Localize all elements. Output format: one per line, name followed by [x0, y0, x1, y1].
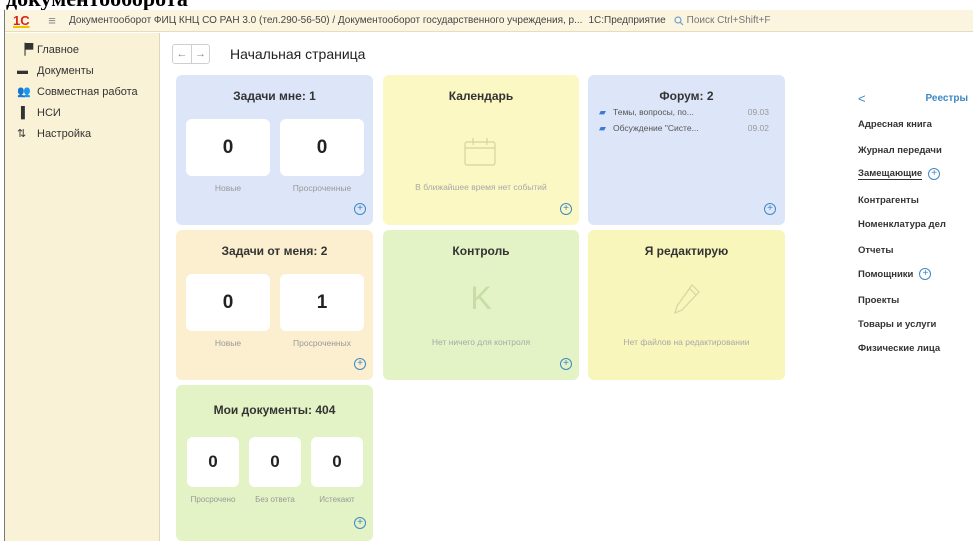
card-tasks-from-me[interactable]: Задачи от меня: 2 0 1 Новые Просроченных…	[176, 230, 373, 380]
main-area: ← → Начальная страница Задачи мне: 1 0 0…	[161, 33, 850, 541]
pencil-icon	[674, 284, 700, 315]
settings-icon: ⇅	[17, 128, 27, 140]
register-substitutes[interactable]: Замещающие +	[858, 168, 941, 180]
sidebar: ▕▀ Главное ▬ Документы 👥 Совместная рабо…	[5, 33, 160, 541]
add-icon[interactable]: +	[354, 517, 366, 529]
counter-new[interactable]: 0	[186, 119, 270, 176]
sidebar-item-label: НСИ	[37, 106, 61, 119]
label-new: Новые	[214, 338, 242, 348]
card-title[interactable]: Мои документы: 404	[176, 403, 373, 417]
forum-item[interactable]: ▰ Темы, вопросы, по... 09.03	[599, 105, 769, 119]
calendar-empty-text: В ближайшее время нет событий	[415, 182, 547, 192]
page-title: Начальная страница	[230, 46, 366, 62]
book-icon: ▐	[17, 106, 25, 119]
label-overdue: Просрочено	[190, 495, 236, 504]
card-title[interactable]: Задачи мне: 1	[176, 89, 373, 103]
flag-icon: ▕▀	[17, 44, 34, 56]
forum-item[interactable]: ▰ Обсуждение "Систе... 09.02	[599, 121, 769, 135]
editing-empty-text: Нет файлов на редактировании	[623, 337, 750, 347]
sidebar-item-label: Главное	[37, 43, 80, 56]
label-expiring: Истекают	[319, 495, 355, 504]
label-overdue: Просроченных	[293, 338, 351, 348]
register-nomenclature[interactable]: Номенклатура дел	[858, 219, 946, 230]
counter-overdue[interactable]: 0	[280, 119, 364, 176]
counter-no-answer[interactable]: 0	[249, 437, 301, 487]
background-heading: документооборота	[6, 0, 188, 10]
card-forum[interactable]: Форум: 2 ▰ Темы, вопросы, по... 09.03 ▰ …	[588, 75, 785, 225]
forum-item-date: 09.03	[747, 107, 769, 117]
add-icon[interactable]: +	[928, 168, 941, 180]
sidebar-item-label: Совместная работа	[37, 85, 138, 98]
forum-item-text: Темы, вопросы, по...	[613, 107, 694, 117]
register-assistants[interactable]: Помощники +	[858, 268, 932, 280]
folder-icon: ▬	[17, 64, 28, 77]
1c-logo: 1С	[13, 13, 30, 28]
counter-overdue[interactable]: 0	[187, 437, 239, 487]
register-goods-services[interactable]: Товары и услуги	[858, 319, 936, 330]
registers-title: Реестры	[925, 93, 968, 104]
register-reports[interactable]: Отчеты	[858, 245, 893, 256]
people-icon: 👥	[17, 86, 31, 98]
sidebar-item-label: Настройка	[37, 127, 92, 140]
register-counterparties[interactable]: Контрагенты	[858, 195, 919, 206]
back-button[interactable]: ←	[173, 45, 191, 63]
card-title[interactable]: Форум: 2	[588, 89, 785, 103]
sidebar-item-collaboration[interactable]: 👥 Совместная работа	[5, 81, 159, 102]
chevron-left-icon[interactable]: <	[858, 91, 872, 106]
control-icon: K	[470, 280, 492, 316]
sidebar-item-nsi[interactable]: ▐ НСИ	[5, 102, 159, 123]
chat-icon: ▰	[599, 122, 606, 133]
navbar: ← → Начальная страница	[172, 43, 365, 65]
sidebar-item-label: Документы	[37, 64, 94, 77]
forum-item-text: Обсуждение "Систе...	[613, 123, 699, 133]
add-icon[interactable]: +	[354, 358, 366, 370]
nav-buttons: ← →	[172, 44, 210, 64]
calendar-icon	[464, 138, 496, 166]
registers-header: < Реестры	[858, 91, 973, 106]
app-window: 1С ≡ Документооборот ФИЦ КНЦ СО РАН 3.0 …	[4, 10, 973, 541]
card-title[interactable]: Я редактирую	[588, 244, 785, 258]
window-title: Документооборот ФИЦ КНЦ СО РАН 3.0 (тел.…	[69, 15, 583, 26]
card-tasks-to-me[interactable]: Задачи мне: 1 0 0 Новые Просроченные +	[176, 75, 373, 225]
sidebar-item-settings[interactable]: ⇅ Настройка	[5, 123, 159, 144]
counter-overdue[interactable]: 1	[280, 274, 364, 331]
card-calendar[interactable]: Календарь В ближайшее время нет событий …	[383, 75, 579, 225]
sidebar-item-documents[interactable]: ▬ Документы	[5, 60, 159, 81]
titlebar: 1С ≡ Документооборот ФИЦ КНЦ СО РАН 3.0 …	[5, 10, 973, 32]
card-title[interactable]: Календарь	[383, 89, 579, 103]
add-icon[interactable]: +	[560, 203, 572, 215]
register-transfer-journal[interactable]: Журнал передачи	[858, 145, 942, 156]
search-icon	[674, 15, 684, 25]
forum-item-date: 09.02	[747, 123, 769, 133]
hamburger-icon[interactable]: ≡	[43, 13, 61, 28]
search-input[interactable]	[686, 15, 807, 26]
card-control[interactable]: Контроль K Нет ничего для контроля +	[383, 230, 579, 380]
label-new: Новые	[214, 183, 242, 193]
card-editing[interactable]: Я редактирую Нет файлов на редактировани…	[588, 230, 785, 380]
sidebar-item-main[interactable]: ▕▀ Главное	[5, 39, 159, 60]
card-title[interactable]: Контроль	[383, 244, 579, 258]
app-name: 1С:Предприятие	[588, 15, 666, 26]
register-individuals[interactable]: Физические лица	[858, 343, 940, 354]
control-empty-text: Нет ничего для контроля	[431, 337, 531, 347]
label-overdue: Просроченные	[292, 183, 352, 193]
chat-icon: ▰	[599, 106, 606, 117]
add-icon[interactable]: +	[764, 203, 776, 215]
add-icon[interactable]: +	[919, 268, 932, 280]
label-no-answer: Без ответа	[255, 495, 295, 504]
card-my-documents[interactable]: Мои документы: 404 0 0 0 Просрочено Без …	[176, 385, 373, 541]
add-icon[interactable]: +	[354, 203, 366, 215]
register-projects[interactable]: Проекты	[858, 295, 899, 306]
search-box[interactable]	[674, 15, 807, 26]
card-title[interactable]: Задачи от меня: 2	[176, 244, 373, 258]
forward-button[interactable]: →	[191, 45, 209, 63]
background-document: документооборота	[0, 0, 973, 10]
add-icon[interactable]: +	[560, 358, 572, 370]
counter-expiring[interactable]: 0	[311, 437, 363, 487]
registers-panel: < Реестры Адресная книга Журнал передачи…	[850, 33, 973, 541]
counter-new[interactable]: 0	[186, 274, 270, 331]
register-address-book[interactable]: Адресная книга	[858, 119, 932, 130]
